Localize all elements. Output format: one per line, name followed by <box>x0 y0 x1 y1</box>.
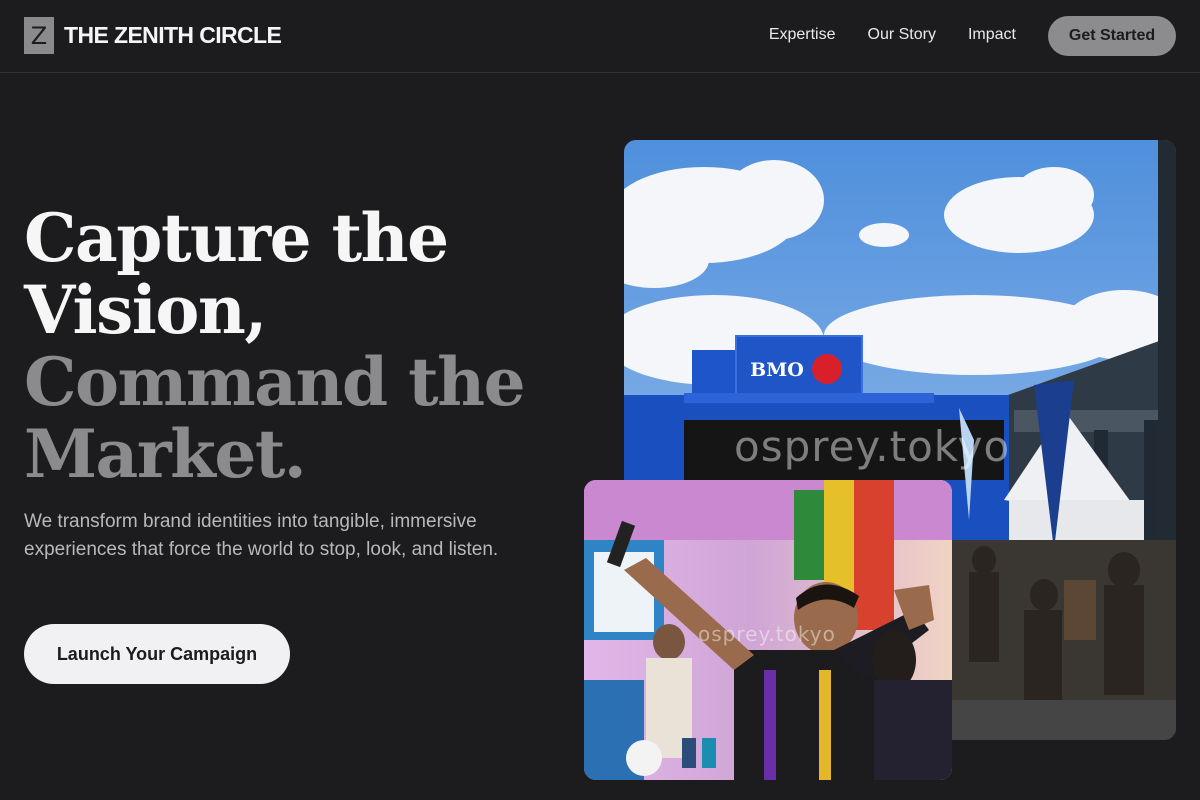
main-nav: Expertise Our Story Impact <box>769 26 1016 44</box>
hero-headline: Capture the Vision, Command the Market. <box>24 202 584 490</box>
headline-line-1: Capture the <box>24 199 449 277</box>
hero-subtitle: We transform brand identities into tangi… <box>24 511 499 560</box>
headline-line-4: Market. <box>24 415 307 493</box>
brand-logo[interactable]: Z THE ZENITH CIRCLE <box>24 17 282 54</box>
inset-photo-watermark: osprey.tokyo <box>698 622 836 646</box>
brand-name: THE ZENITH CIRCLE <box>64 22 282 48</box>
bmo-sign-text: BMO <box>750 359 804 381</box>
event-photo-inset: osprey.tokyo <box>584 480 952 780</box>
get-started-button[interactable]: Get Started <box>1048 16 1176 56</box>
nav-link-expertise[interactable]: Expertise <box>769 26 836 44</box>
site-header: Z THE ZENITH CIRCLE Expertise Our Story … <box>0 0 1200 73</box>
nav-link-impact[interactable]: Impact <box>968 26 1016 44</box>
nav-link-our-story[interactable]: Our Story <box>868 26 936 44</box>
headline-line-3: Command the <box>24 343 526 421</box>
photo-watermark: osprey.tokyo <box>734 422 1011 471</box>
headline-line-2: Vision, <box>24 271 267 349</box>
launch-campaign-button[interactable]: Launch Your Campaign <box>24 624 290 684</box>
logo-mark: Z <box>24 17 54 54</box>
